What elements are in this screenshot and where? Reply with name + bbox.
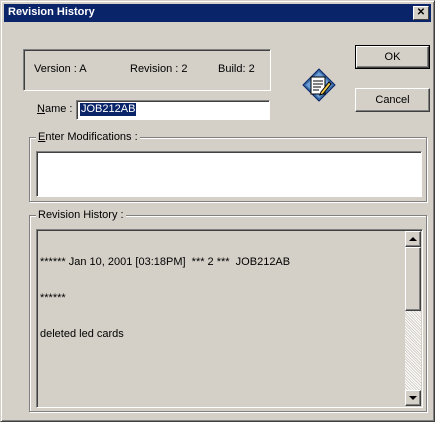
close-icon: ✕ <box>416 7 426 18</box>
history-line: deleted led cards <box>40 328 124 340</box>
arrow-up-icon <box>409 237 417 241</box>
build-label: Build: 2 <box>218 63 255 75</box>
revision-history-dialog: Revision History ✕ Version : A Revision … <box>0 0 435 422</box>
scroll-thumb[interactable] <box>405 247 421 311</box>
history-lines: ****** Jan 10, 2001 [03:18PM] *** 2 *** … <box>40 232 290 364</box>
revision-history-list[interactable]: ****** Jan 10, 2001 [03:18PM] *** 2 *** … <box>36 229 423 408</box>
name-label: Name : <box>37 103 73 115</box>
version-info-panel: Version : A Revision : 2 Build: 2 <box>23 49 271 91</box>
name-input-value: JOB212AB <box>80 103 137 116</box>
history-line: ****** Jan 10, 2001 [03:18PM] *** 2 *** … <box>40 256 291 268</box>
revision-history-label: Revision History : <box>36 209 126 221</box>
name-input[interactable]: JOB212AB <box>76 100 270 120</box>
history-line: ****** <box>40 292 66 304</box>
close-button[interactable]: ✕ <box>413 6 429 20</box>
scroll-down-button[interactable] <box>405 390 421 406</box>
ok-button-label: OK <box>384 51 401 63</box>
cancel-button[interactable]: Cancel <box>355 88 430 112</box>
version-label: Version : A <box>34 63 87 75</box>
vertical-scrollbar[interactable] <box>405 231 421 406</box>
document-edit-icon <box>302 68 336 102</box>
scroll-up-button[interactable] <box>405 231 421 247</box>
title-bar[interactable]: Revision History ✕ <box>4 4 431 22</box>
revision-history-group: Revision History : ****** Jan 10, 2001 [… <box>29 209 427 412</box>
modifications-textarea[interactable] <box>36 151 422 197</box>
revision-label: Revision : 2 <box>130 63 188 75</box>
arrow-down-icon <box>409 396 417 400</box>
modifications-group: Enter Modifications : <box>29 131 427 202</box>
window-title: Revision History <box>8 6 95 18</box>
ok-button[interactable]: OK <box>355 45 430 69</box>
cancel-button-label: Cancel <box>375 94 410 106</box>
modifications-label: Enter Modifications : <box>36 131 140 143</box>
